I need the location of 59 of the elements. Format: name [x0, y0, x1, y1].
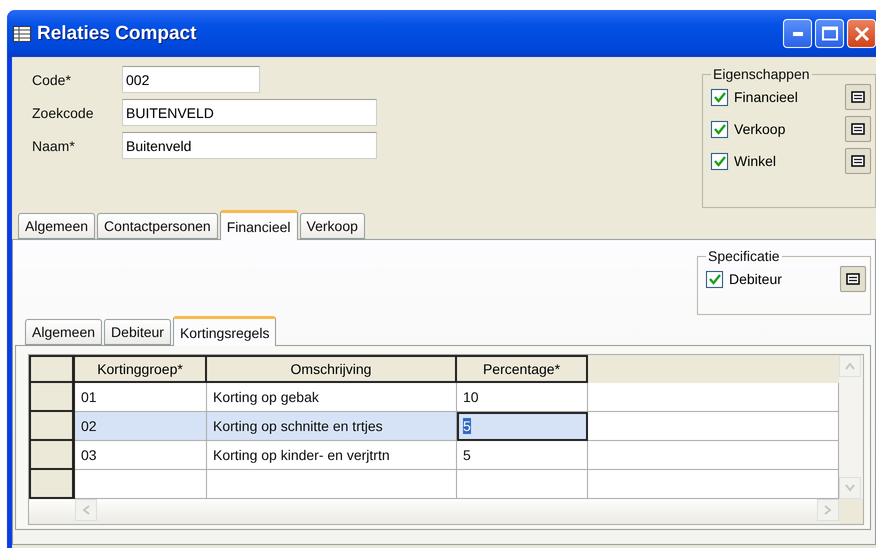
minimize-icon: [792, 32, 802, 36]
chevron-down-icon: [845, 484, 855, 492]
checkbox-label: Financieel: [734, 89, 799, 105]
maximize-icon: [822, 26, 838, 41]
field-label: Naam*: [32, 138, 76, 154]
checkbox-label: Verkoop: [734, 121, 786, 137]
checkbox-label: Debiteur: [729, 271, 783, 287]
column-header[interactable]: Percentage*: [457, 355, 588, 383]
tab[interactable]: Verkoop: [300, 213, 365, 239]
column-header[interactable]: Kortinggroep*: [75, 355, 207, 383]
group-title: Specificatie: [707, 248, 781, 264]
details-button[interactable]: [845, 84, 871, 110]
text-field[interactable]: 002: [122, 66, 260, 93]
checkbox-label: Winkel: [734, 153, 778, 169]
list-icon: [851, 155, 865, 167]
row-header[interactable]: [29, 412, 75, 441]
group-title: Eigenschappen: [712, 66, 811, 82]
tab[interactable]: Algemeen: [25, 319, 102, 345]
details-button[interactable]: [840, 266, 866, 292]
chevron-up-icon: [845, 362, 855, 370]
field-label: Code*: [32, 72, 72, 88]
table-cell[interactable]: Korting op gebak: [207, 383, 457, 412]
table-cell[interactable]: 5: [457, 412, 588, 441]
maximize-button[interactable]: [815, 19, 844, 48]
checkbox[interactable]: [711, 88, 728, 106]
minimize-button[interactable]: [783, 19, 812, 48]
close-button[interactable]: [847, 19, 876, 48]
table-cell[interactable]: Korting op schnitte en trtjes: [207, 412, 457, 441]
list-icon: [846, 273, 860, 285]
row-header[interactable]: [29, 441, 75, 470]
text-field[interactable]: BUITENVELD: [122, 99, 377, 126]
list-icon: [851, 91, 865, 103]
table-icon: [13, 26, 31, 42]
close-icon: [854, 26, 870, 42]
text-field[interactable]: Buitenveld: [122, 132, 377, 159]
chevron-right-icon: [824, 505, 832, 515]
row-header[interactable]: [29, 383, 75, 412]
table-cell[interactable]: 01: [75, 383, 207, 412]
checkbox[interactable]: [711, 152, 728, 170]
checkbox[interactable]: [706, 270, 723, 288]
row-header[interactable]: [29, 470, 75, 499]
tab[interactable]: Algemeen: [18, 213, 96, 239]
tab[interactable]: Contactpersonen: [97, 213, 218, 239]
list-icon: [851, 123, 865, 135]
tab[interactable]: Financieel: [220, 210, 298, 240]
window-title: Relaties Compact: [37, 22, 196, 44]
details-button[interactable]: [845, 148, 871, 174]
checkbox[interactable]: [711, 120, 728, 138]
column-header[interactable]: Omschrijving: [207, 355, 457, 383]
tab[interactable]: Kortingsregels: [172, 316, 276, 346]
chevron-left-icon: [82, 505, 90, 515]
table-cell[interactable]: 03: [75, 441, 207, 470]
field-label: Zoekcode: [32, 104, 94, 120]
table-cell[interactable]: 10: [457, 383, 588, 412]
details-button[interactable]: [845, 116, 871, 142]
table-cell[interactable]: 5: [457, 441, 588, 470]
tab[interactable]: Debiteur: [104, 319, 171, 345]
table-cell[interactable]: 02: [75, 412, 207, 441]
table-cell[interactable]: Korting op kinder- en verjtrtn: [207, 441, 457, 470]
